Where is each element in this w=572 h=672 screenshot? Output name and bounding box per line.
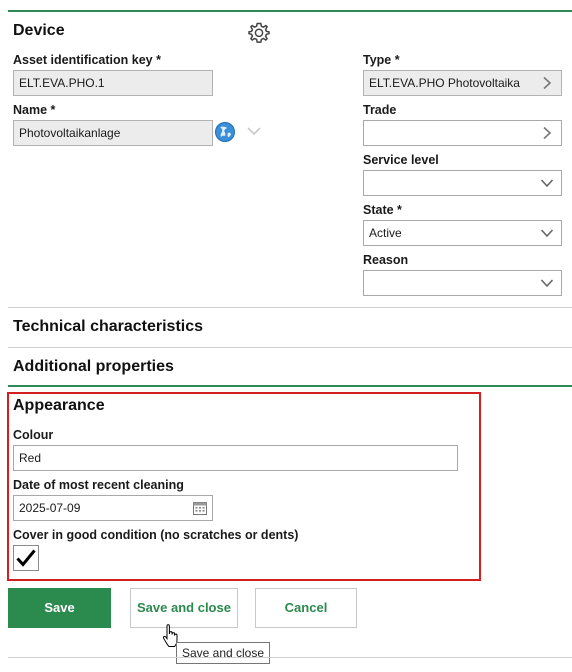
cover-condition-label: Cover in good condition (no scratches or… [13, 528, 299, 542]
save-button[interactable]: Save [8, 588, 111, 628]
appearance-title: Appearance [13, 397, 105, 414]
additional-properties-header[interactable]: Additional properties [13, 358, 174, 376]
reason-label: Reason [363, 253, 409, 267]
name-label: Name * [13, 103, 56, 117]
cleaning-date-input[interactable]: 2025-07-09 [13, 495, 213, 521]
colour-value: Red [19, 451, 42, 465]
bottom-divider [8, 657, 572, 658]
trade-field[interactable] [363, 120, 562, 146]
chevron-down-icon[interactable] [540, 176, 554, 190]
divider [8, 347, 572, 348]
type-field[interactable]: ELT.EVA.PHO Photovoltaika [363, 70, 562, 96]
colour-input[interactable]: Red [13, 445, 458, 471]
additional-properties-divider [8, 385, 572, 387]
save-and-close-button[interactable]: Save and close [130, 588, 238, 628]
cancel-button[interactable]: Cancel [255, 588, 357, 628]
checkmark-icon [16, 549, 36, 567]
service-level-label: Service level [363, 153, 439, 167]
state-label: State * [363, 203, 402, 217]
technical-characteristics-header[interactable]: Technical characteristics [13, 318, 203, 336]
device-section-title: Device [13, 22, 65, 39]
type-value: ELT.EVA.PHO Photovoltaika [369, 76, 520, 90]
calendar-icon[interactable] [192, 500, 208, 516]
state-value: Active [369, 226, 402, 240]
name-value: Photovoltaikanlage [19, 126, 121, 140]
top-divider [8, 10, 572, 12]
reason-select[interactable] [363, 270, 562, 296]
chevron-down-icon[interactable] [246, 124, 262, 136]
colour-label: Colour [13, 428, 54, 442]
service-level-select[interactable] [363, 170, 562, 196]
chevron-right-icon[interactable] [540, 126, 554, 140]
save-and-close-tooltip: Save and close [176, 642, 270, 664]
type-label: Type * [363, 53, 400, 67]
chevron-down-icon[interactable] [540, 276, 554, 290]
cleaning-date-value: 2025-07-09 [19, 501, 81, 515]
asset-key-field[interactable]: ELT.EVA.PHO.1 [13, 70, 213, 96]
chevron-right-icon[interactable] [540, 76, 554, 90]
cover-condition-checkbox[interactable] [13, 545, 39, 571]
cleaning-date-label: Date of most recent cleaning [13, 478, 184, 492]
globe-icon[interactable] [214, 121, 236, 143]
chevron-down-icon[interactable] [540, 226, 554, 240]
state-select[interactable]: Active [363, 220, 562, 246]
divider [8, 307, 572, 308]
asset-key-value: ELT.EVA.PHO.1 [19, 76, 105, 90]
gear-icon[interactable] [246, 20, 272, 46]
trade-label: Trade [363, 103, 397, 117]
asset-key-label: Asset identification key * [13, 53, 161, 67]
name-field[interactable]: Photovoltaikanlage [13, 120, 213, 146]
